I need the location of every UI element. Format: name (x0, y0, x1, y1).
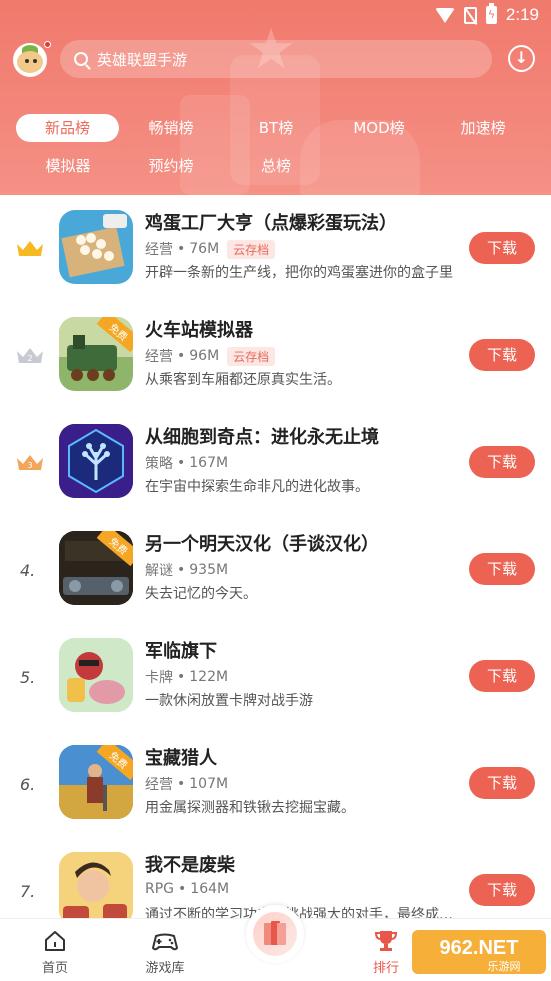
app-category: 策略 (145, 456, 173, 472)
app-category: 解谜 (145, 563, 173, 579)
app-size: 167M (189, 455, 229, 471)
tab-reserve[interactable]: 预约榜 (131, 152, 211, 180)
app-icon[interactable] (59, 210, 133, 284)
app-description: 失去记忆的今天。 (145, 586, 257, 602)
app-description: 一款休闲放置卡牌对战手游 (145, 693, 313, 709)
no-sim-icon (463, 6, 477, 24)
nav-label: 首页 (41, 961, 68, 976)
app-meta: 解谜 • 935M (145, 562, 229, 579)
app-icon[interactable] (59, 638, 133, 712)
list-item[interactable]: 3 从细胞到奇点：进化永无止境 策略 • 167M 在宇宙中探索生命非凡的进化故… (0, 409, 551, 516)
battery-charging-icon: ϟ (485, 3, 497, 24)
header: ★ ϟ 2:19 英雄联盟手游 ↓ 新品榜 畅销榜 BT榜 MOD榜 加速榜 模… (0, 0, 551, 195)
app-meta: 经营 • 107M (145, 776, 229, 793)
list-item[interactable]: 4. 免费 另一个明天汉化（手谈汉化） 解谜 • 935M 失去记忆的今天。 下… (0, 516, 551, 623)
search-placeholder: 英雄联盟手游 (97, 50, 188, 69)
svg-text:962.NET: 962.NET (440, 937, 519, 959)
search-icon (74, 52, 88, 66)
silver-crown-icon: 2 (17, 348, 43, 363)
rank-number: 6. (20, 775, 36, 794)
status-bar: ϟ 2:19 (0, 0, 551, 32)
search-bar[interactable]: 英雄联盟手游 (60, 40, 492, 78)
svg-text:2: 2 (27, 354, 32, 363)
app-title[interactable]: 火车站模拟器 (145, 316, 253, 342)
app-title[interactable]: 另一个明天汉化（手谈汉化） (145, 530, 379, 556)
list-item[interactable]: 5. 军临旗下 卡牌 • 122M 一款休闲放置卡牌对战手游 下载 (0, 623, 551, 730)
app-description: 开辟一条新的生产线，把你的鸡蛋塞进你的盒子里 (145, 265, 453, 281)
list-item[interactable]: 6. 免费 宝藏猎人 经营 • 107M 用金属探测器和铁锹去挖掘宝藏。 下载 (0, 730, 551, 837)
rank-number: 4. (20, 561, 36, 580)
app-category: 经营 (145, 242, 173, 258)
svg-text:3: 3 (27, 461, 32, 470)
ranking-list: 鸡蛋工厂大亨（点爆彩蛋玩法） 经营 • 76M 云存档 开辟一条新的生产线，把你… (0, 195, 551, 944)
app-title[interactable]: 军临旗下 (145, 637, 217, 663)
nav-home[interactable]: 首页 (15, 927, 95, 976)
list-item[interactable]: 2 免费 火车站模拟器 经营 • 96M 云存档 从乘客到车厢都还原真实生活。 … (0, 302, 551, 409)
tab-accelerate[interactable]: 加速榜 (443, 114, 523, 142)
tab-new[interactable]: 新品榜 (16, 114, 119, 142)
cloud-save-badge: 云存档 (227, 239, 276, 259)
watermark-logo: 962.NET 乐游网 (412, 930, 546, 974)
app-meta: 策略 • 167M (145, 455, 229, 472)
rank-number: 7. (20, 882, 36, 901)
app-size: 935M (189, 562, 229, 578)
app-category: RPG (145, 881, 175, 897)
app-icon[interactable]: 免费 (59, 745, 133, 819)
app-description: 用金属探测器和铁锹去挖掘宝藏。 (145, 800, 355, 816)
app-meta: 经营 • 76M 云存档 (145, 239, 276, 259)
avatar[interactable] (13, 43, 47, 77)
gamepad-icon (152, 933, 178, 951)
download-button[interactable]: 下载 (469, 339, 535, 371)
center-feature-button[interactable] (246, 905, 304, 963)
list-item[interactable]: 鸡蛋工厂大亨（点爆彩蛋玩法） 经营 • 76M 云存档 开辟一条新的生产线，把你… (0, 195, 551, 302)
download-button[interactable]: 下载 (469, 660, 535, 692)
tab-bestselling[interactable]: 畅销榜 (131, 114, 211, 142)
app-icon[interactable]: 免费 (59, 531, 133, 605)
download-button[interactable]: 下载 (469, 232, 535, 264)
tab-bt[interactable]: BT榜 (236, 114, 316, 142)
app-size: 164M (190, 881, 230, 897)
app-icon[interactable] (59, 852, 133, 926)
app-meta: 卡牌 • 122M (145, 669, 229, 686)
tab-mod[interactable]: MOD榜 (339, 114, 419, 142)
screen: ★ ϟ 2:19 英雄联盟手游 ↓ 新品榜 畅销榜 BT榜 MOD榜 加速榜 模… (0, 0, 551, 981)
tab-overall[interactable]: 总榜 (236, 152, 316, 180)
app-title[interactable]: 宝藏猎人 (145, 744, 217, 770)
app-title[interactable]: 我不是废柴 (145, 851, 235, 877)
app-description: 在宇宙中探索生命非凡的进化故事。 (145, 479, 369, 495)
home-icon (45, 931, 65, 951)
nav-game-library[interactable]: 游戏库 (125, 927, 205, 976)
gold-crown-icon (17, 241, 43, 256)
wifi-icon (434, 7, 455, 23)
download-button[interactable]: 下载 (469, 874, 535, 906)
bronze-crown-icon: 3 (17, 455, 43, 470)
app-size: 122M (189, 669, 229, 685)
app-title[interactable]: 鸡蛋工厂大亨（点爆彩蛋玩法） (145, 209, 397, 235)
nav-label: 游戏库 (145, 961, 185, 976)
app-category: 经营 (145, 349, 173, 365)
download-button[interactable]: 下载 (469, 446, 535, 478)
app-meta: 经营 • 96M 云存档 (145, 346, 276, 366)
app-size: 76M (189, 241, 220, 257)
tab-emulator[interactable]: 模拟器 (28, 152, 108, 180)
notification-dot (44, 41, 51, 48)
svg-text:乐游网: 乐游网 (488, 960, 521, 973)
app-category: 经营 (145, 777, 173, 793)
cards-icon (264, 921, 286, 945)
app-size: 107M (189, 776, 229, 792)
app-size: 96M (189, 348, 220, 364)
rank-number: 5. (20, 668, 36, 687)
app-icon[interactable]: 免费 (59, 317, 133, 391)
download-manager-icon[interactable]: ↓ (508, 45, 535, 72)
app-category: 卡牌 (145, 670, 173, 686)
app-title[interactable]: 从细胞到奇点：进化永无止境 (145, 423, 379, 449)
download-button[interactable]: 下载 (469, 767, 535, 799)
app-icon[interactable] (59, 424, 133, 498)
app-description: 从乘客到车厢都还原真实生活。 (145, 372, 341, 388)
status-time: 2:19 (505, 5, 539, 24)
download-button[interactable]: 下载 (469, 553, 535, 585)
trophy-icon (374, 931, 398, 951)
app-meta: RPG • 164M (145, 881, 230, 897)
cloud-save-badge: 云存档 (227, 346, 276, 366)
